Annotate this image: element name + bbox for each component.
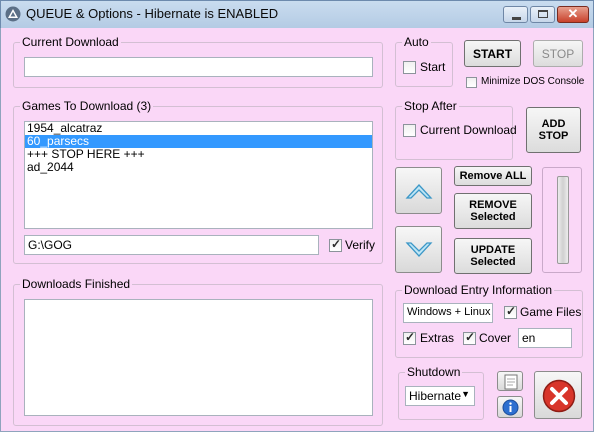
shutdown-label: Shutdown <box>405 365 463 379</box>
move-up-button[interactable] <box>395 167 442 214</box>
games-label: Games To Download (3) <box>20 99 154 113</box>
info-icon <box>502 399 519 416</box>
stop-after-label: Stop After <box>402 99 459 113</box>
progress-bar <box>557 176 569 264</box>
maximize-button[interactable] <box>530 6 555 23</box>
update-line1: UPDATE <box>470 244 516 256</box>
shutdown-selected: Hibernate <box>409 389 462 403</box>
entry-info-label: Download Entry Information <box>402 283 555 297</box>
minimize-dos-label: Minimize DOS Console <box>481 76 585 87</box>
remove-all-button[interactable]: Remove ALL <box>454 166 532 186</box>
add-stop-line1: ADD <box>541 118 566 130</box>
cover-checkbox[interactable] <box>463 330 476 345</box>
game-files-checkbox[interactable] <box>504 304 517 319</box>
current-download-group: Current Download <box>13 35 383 88</box>
stop-button[interactable]: STOP <box>533 40 583 67</box>
list-item[interactable]: +++ STOP HERE +++ <box>25 148 372 161</box>
remove-line1: REMOVE <box>469 199 517 211</box>
downloads-finished-list[interactable] <box>24 299 373 416</box>
shutdown-select[interactable]: Hibernate ▼ <box>405 386 475 406</box>
extras-checkbox[interactable] <box>403 330 416 345</box>
verify-checkbox[interactable] <box>329 237 342 252</box>
close-button[interactable]: ✕ <box>557 6 589 23</box>
chevron-down-icon: ▼ <box>461 389 470 399</box>
remove-line2: Selected <box>470 211 516 223</box>
games-list[interactable]: 1954_alcatraz 60_parsecs +++ STOP HERE +… <box>24 121 373 229</box>
add-stop-line2: STOP <box>538 130 569 142</box>
minimize-button[interactable] <box>503 6 528 23</box>
minimize-dos-checkbox[interactable] <box>466 77 477 88</box>
red-x-close-icon <box>542 379 576 413</box>
exit-button[interactable] <box>534 371 582 419</box>
move-down-button[interactable] <box>395 226 442 273</box>
notepad-icon <box>504 374 518 390</box>
window-title: QUEUE & Options - Hibernate is ENABLED <box>26 6 279 21</box>
app-triangle-icon <box>5 6 21 22</box>
list-item[interactable]: ad_2044 <box>25 161 372 174</box>
auto-group: Auto Start <box>395 35 453 87</box>
stop-after-checkbox[interactable] <box>403 124 416 137</box>
game-files-label: Game Files <box>520 305 582 319</box>
os-field[interactable]: Windows + Linux <box>403 303 493 323</box>
current-download-label: Current Download <box>20 35 121 49</box>
progress-frame <box>542 167 582 273</box>
language-field[interactable]: en <box>518 328 572 348</box>
download-path-field[interactable]: G:\GOG <box>24 235 319 255</box>
client-area: Current Download Auto Start START STOP M… <box>0 28 594 432</box>
update-line2: Selected <box>470 256 516 268</box>
entry-info-group: Download Entry Information Windows + Lin… <box>395 283 583 358</box>
games-group: Games To Download (3) 1954_alcatraz 60_p… <box>13 99 383 264</box>
current-download-field[interactable] <box>24 57 373 77</box>
auto-label: Auto <box>402 35 431 49</box>
cover-label: Cover <box>479 331 512 345</box>
add-stop-button[interactable]: ADD STOP <box>526 107 581 153</box>
start-button[interactable]: START <box>464 40 521 67</box>
stop-after-group: Stop After Current Download <box>395 99 517 160</box>
arrow-down-icon <box>405 242 433 257</box>
auto-start-label: Start <box>420 60 446 74</box>
minimize-icon <box>512 17 521 20</box>
downloads-finished-group: Downloads Finished <box>13 277 383 426</box>
remove-selected-button[interactable]: REMOVE Selected <box>454 193 532 229</box>
close-icon: ✕ <box>567 6 579 21</box>
notes-button[interactable] <box>497 371 523 391</box>
verify-label: Verify <box>345 238 376 252</box>
auto-start-checkbox[interactable] <box>403 61 416 74</box>
stop-after-option-label: Current Download <box>420 123 517 137</box>
downloads-finished-label: Downloads Finished <box>20 277 133 291</box>
extras-label: Extras <box>420 331 455 345</box>
info-button[interactable] <box>497 396 523 418</box>
update-selected-button[interactable]: UPDATE Selected <box>454 238 532 274</box>
maximize-icon <box>538 10 548 18</box>
shutdown-group: Shutdown Hibernate ▼ <box>398 365 484 420</box>
arrow-up-icon <box>405 184 433 199</box>
